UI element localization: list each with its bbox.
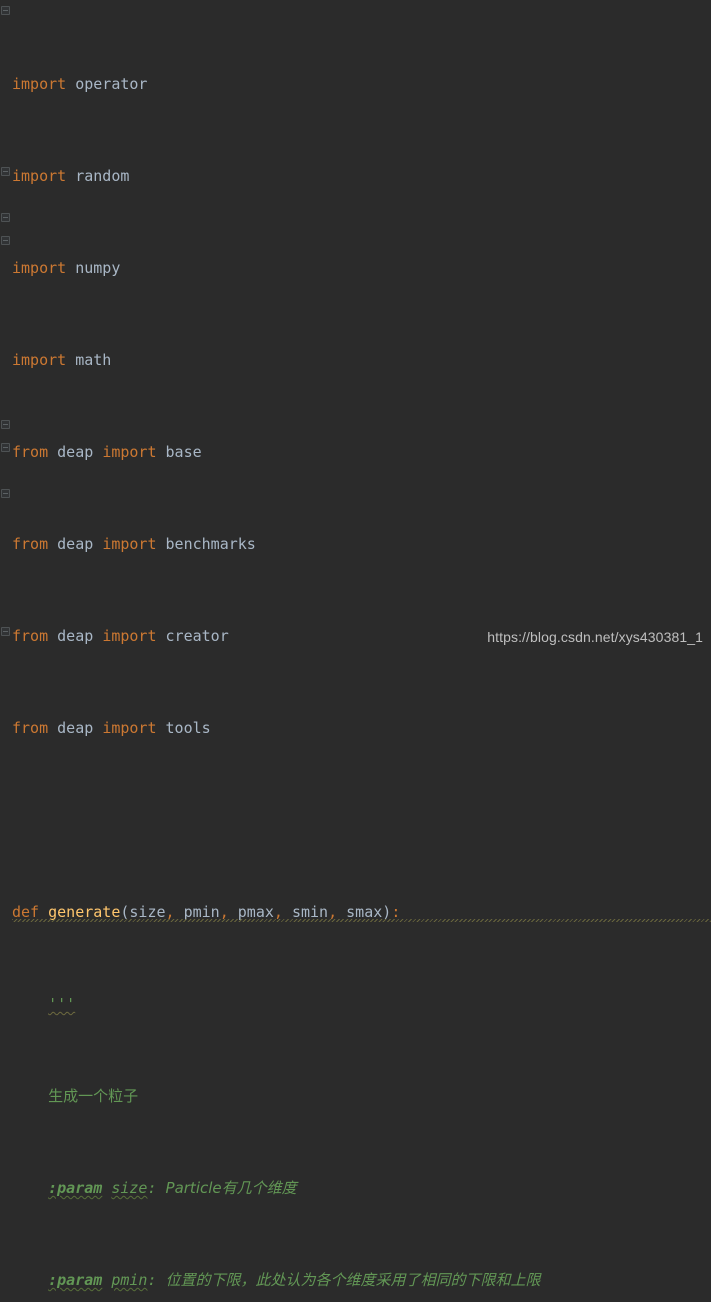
module-deap: deap bbox=[57, 443, 94, 461]
code-line-doc-summary[interactable]: 生成一个粒子 bbox=[0, 1085, 711, 1108]
comma: , bbox=[273, 903, 283, 921]
comma: , bbox=[165, 903, 175, 921]
keyword-from: from bbox=[12, 443, 49, 461]
code-line-doc-param-pmin[interactable]: :param pmin: 位置的下限，此处认为各个维度采用了相同的下限和上限 bbox=[0, 1269, 711, 1292]
docstring-summary: 生成一个粒子 bbox=[48, 1087, 139, 1105]
colon: : bbox=[391, 903, 401, 921]
keyword-import: import bbox=[102, 443, 157, 461]
code-line-def[interactable]: def generate(size, pmin, pmax, smin, sma… bbox=[0, 901, 711, 924]
param-smin: smin bbox=[291, 903, 329, 921]
paren-close: ) bbox=[382, 903, 392, 921]
code-line[interactable]: from deap import base bbox=[0, 441, 711, 464]
module-deap: deap bbox=[57, 719, 94, 737]
doc-tag-param: :param bbox=[48, 1271, 103, 1289]
param-pmin: pmin bbox=[183, 903, 220, 921]
module-creator: creator bbox=[165, 627, 229, 645]
param-pmax: pmax bbox=[237, 903, 274, 921]
code-line-doc-param-size[interactable]: :param size: Particle有几个维度 bbox=[0, 1177, 711, 1200]
keyword-import: import bbox=[102, 627, 157, 645]
code-line[interactable]: import math bbox=[0, 349, 711, 372]
code-line-docstring-open[interactable]: ''' bbox=[0, 993, 711, 1016]
keyword-import: import bbox=[12, 75, 67, 93]
module-numpy: numpy bbox=[75, 259, 121, 277]
code-line[interactable]: import operator bbox=[0, 73, 711, 96]
keyword-import: import bbox=[12, 167, 67, 185]
module-deap: deap bbox=[57, 627, 94, 645]
function-name-generate: generate bbox=[48, 903, 121, 921]
code-line[interactable]: from deap import benchmarks bbox=[0, 533, 711, 556]
code-line[interactable]: from deap import tools bbox=[0, 717, 711, 740]
paren-open: ( bbox=[120, 903, 130, 921]
module-benchmarks: benchmarks bbox=[165, 535, 256, 553]
module-base: base bbox=[165, 443, 202, 461]
keyword-import: import bbox=[12, 351, 67, 369]
watermark-url: https://blog.csdn.net/xys430381_1 bbox=[487, 629, 703, 645]
doc-param-desc-pmin: 位置的下限，此处认为各个维度采用了相同的下限和上限 bbox=[165, 1271, 541, 1289]
docstring-quote-open: ''' bbox=[48, 995, 76, 1013]
doc-param-desc-size: Particle有几个维度 bbox=[165, 1179, 297, 1197]
keyword-import: import bbox=[12, 259, 67, 277]
param-smax: smax bbox=[346, 903, 383, 921]
keyword-from: from bbox=[12, 719, 49, 737]
doc-colon: : bbox=[147, 1179, 166, 1197]
doc-param-name-size: size bbox=[111, 1179, 148, 1197]
code-line[interactable]: import random bbox=[0, 165, 711, 188]
module-deap: deap bbox=[57, 535, 94, 553]
code-editor[interactable]: import operator import random import num… bbox=[0, 0, 711, 1289]
keyword-import: import bbox=[102, 535, 157, 553]
module-random: random bbox=[75, 167, 130, 185]
keyword-from: from bbox=[12, 535, 49, 553]
comma: , bbox=[328, 903, 338, 921]
doc-tag-param: :param bbox=[48, 1179, 103, 1197]
keyword-from: from bbox=[12, 627, 49, 645]
doc-param-name-pmin: pmin bbox=[111, 1271, 148, 1289]
keyword-import: import bbox=[102, 719, 157, 737]
keyword-def: def bbox=[12, 903, 40, 921]
code-content[interactable]: import operator import random import num… bbox=[0, 0, 711, 1302]
param-size: size bbox=[129, 903, 166, 921]
doc-colon: : bbox=[147, 1271, 166, 1289]
comma: , bbox=[219, 903, 229, 921]
code-line[interactable]: import numpy bbox=[0, 257, 711, 280]
module-operator: operator bbox=[75, 75, 148, 93]
module-tools: tools bbox=[165, 719, 211, 737]
code-line-blank[interactable] bbox=[0, 809, 711, 832]
module-math: math bbox=[75, 351, 112, 369]
